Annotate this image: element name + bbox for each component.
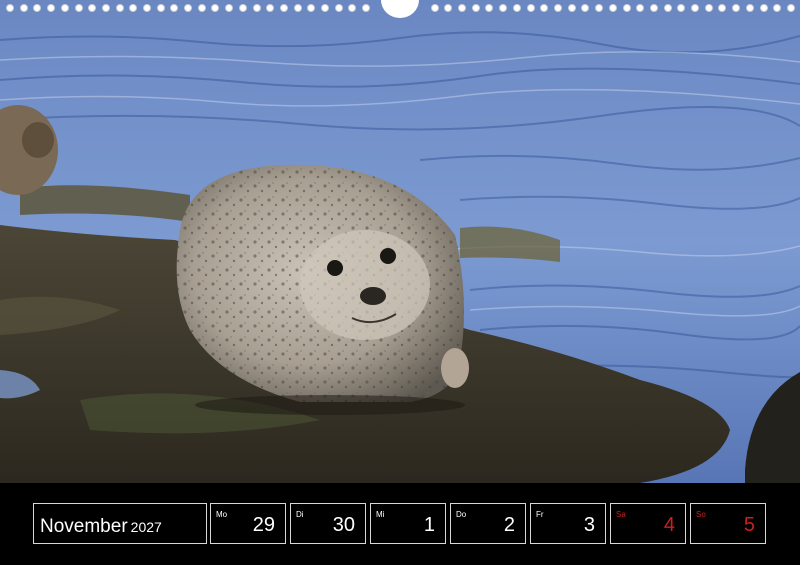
month-label-box: November 2027 <box>33 503 207 544</box>
binding-hole <box>609 4 617 12</box>
day-abbr: So <box>696 510 706 519</box>
spiral-binding <box>0 0 800 20</box>
binding-hole <box>116 4 124 12</box>
binding-hole <box>458 4 466 12</box>
day-abbr: Fr <box>536 510 544 519</box>
binding-hole <box>211 4 219 12</box>
binding-hole <box>307 4 315 12</box>
day-abbr: Do <box>456 510 467 519</box>
binding-hole <box>253 4 261 12</box>
day-cell: Mi 1 <box>370 503 446 544</box>
day-number: 29 <box>252 514 275 536</box>
day-abbr: Sa <box>616 510 626 519</box>
binding-hole <box>485 4 493 12</box>
binding-hole <box>88 4 96 12</box>
binding-hole <box>527 4 535 12</box>
binding-hole <box>294 4 302 12</box>
day-cell: Fr 3 <box>530 503 606 544</box>
month-title: November 2027 <box>40 516 162 538</box>
day-number: 5 <box>743 514 755 536</box>
binding-hole <box>157 4 165 12</box>
binding-hole <box>143 4 151 12</box>
binding-hole <box>321 4 329 12</box>
binding-hole <box>718 4 726 12</box>
binding-hole <box>348 4 356 12</box>
binding-hole <box>444 4 452 12</box>
day-abbr: Di <box>296 510 304 519</box>
binding-hole <box>540 4 548 12</box>
binding-hole <box>650 4 658 12</box>
binding-hole <box>225 4 233 12</box>
binding-hole <box>61 4 69 12</box>
binding-hole <box>184 4 192 12</box>
binding-hole <box>239 4 247 12</box>
binding-hole <box>664 4 672 12</box>
binding-hole <box>554 4 562 12</box>
hanger-hole <box>381 0 419 18</box>
binding-hole <box>170 4 178 12</box>
month-year: 2027 <box>130 519 162 535</box>
binding-hole <box>20 4 28 12</box>
calendar-page: November 2027 Mo 29 Di 30 Mi 1 Do 2 Fr 3 … <box>0 0 800 565</box>
binding-hole <box>280 4 288 12</box>
binding-hole <box>705 4 713 12</box>
seal-photo <box>0 0 800 483</box>
binding-hole <box>746 4 754 12</box>
day-number: 1 <box>423 514 435 536</box>
binding-hole <box>636 4 644 12</box>
binding-hole <box>75 4 83 12</box>
day-cell: Di 30 <box>290 503 366 544</box>
day-cell: Mo 29 <box>210 503 286 544</box>
month-name: November <box>40 516 128 537</box>
binding-hole <box>472 4 480 12</box>
binding-hole <box>33 4 41 12</box>
binding-hole <box>335 4 343 12</box>
day-number: 30 <box>332 514 355 536</box>
binding-hole <box>732 4 740 12</box>
day-abbr: Mo <box>216 510 228 519</box>
binding-hole <box>623 4 631 12</box>
binding-hole <box>102 4 110 12</box>
day-cell-weekend: So 5 <box>690 503 766 544</box>
binding-hole <box>362 4 370 12</box>
binding-hole <box>568 4 576 12</box>
binding-hole <box>595 4 603 12</box>
binding-hole <box>129 4 137 12</box>
day-number: 2 <box>503 514 515 536</box>
binding-hole <box>773 4 781 12</box>
day-cell: Do 2 <box>450 503 526 544</box>
day-number: 4 <box>663 514 675 536</box>
binding-hole <box>691 4 699 12</box>
binding-hole <box>266 4 274 12</box>
day-cell-weekend: Sa 4 <box>610 503 686 544</box>
binding-hole <box>499 4 507 12</box>
binding-hole <box>6 4 14 12</box>
day-number: 3 <box>583 514 595 536</box>
binding-hole <box>431 4 439 12</box>
binding-hole <box>760 4 768 12</box>
binding-hole <box>581 4 589 12</box>
binding-hole <box>677 4 685 12</box>
day-abbr: Mi <box>376 510 385 519</box>
binding-hole <box>513 4 521 12</box>
binding-hole <box>47 4 55 12</box>
binding-hole <box>198 4 206 12</box>
binding-hole <box>787 4 795 12</box>
